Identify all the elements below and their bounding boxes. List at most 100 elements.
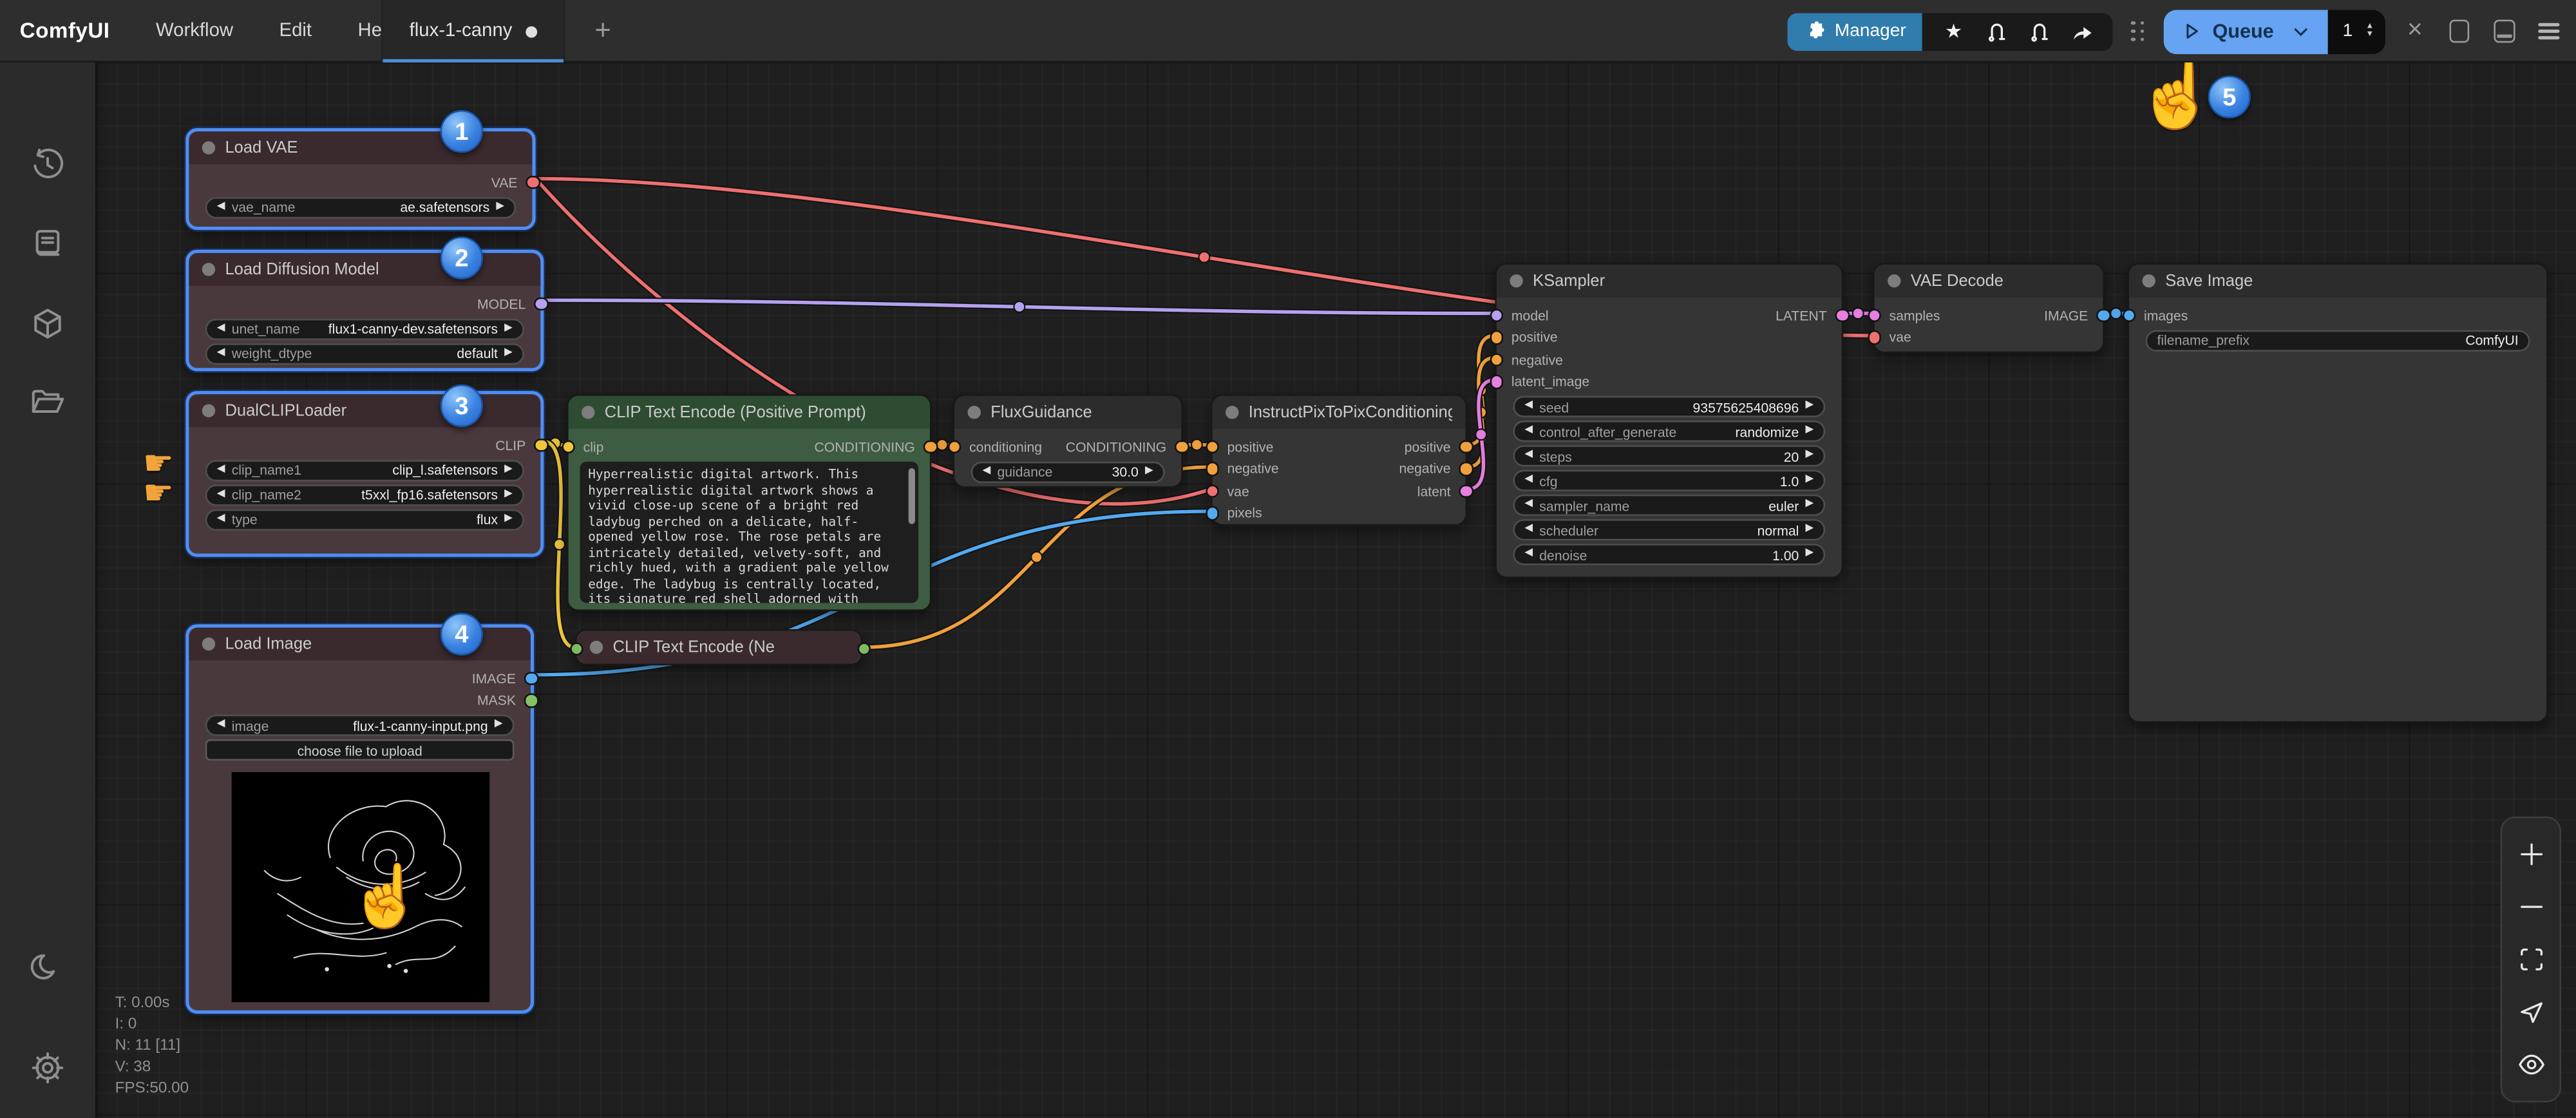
widget-scheduler[interactable]: ◀schedulernormal▶ — [1513, 519, 1825, 540]
main-menu-hamburger-icon[interactable] — [2533, 17, 2563, 46]
node-title-bar[interactable]: InstructPixToPixConditioning — [1213, 396, 1466, 429]
combo-left-arrow-icon[interactable]: ◀ — [217, 323, 225, 334]
widget-guidance[interactable]: ◀guidance30.0▶ — [971, 461, 1165, 482]
select-mode-button[interactable] — [2514, 996, 2547, 1028]
combo-left-arrow-icon[interactable]: ◀ — [1524, 475, 1533, 486]
combo-right-arrow-icon[interactable]: ▶ — [504, 323, 513, 334]
node-title-bar[interactable]: Save Image — [2129, 265, 2546, 298]
output-port-MASK[interactable] — [524, 694, 538, 708]
widget-cfg[interactable]: ◀cfg1.0▶ — [1513, 470, 1825, 491]
combo-right-arrow-icon[interactable]: ▶ — [1806, 500, 1814, 511]
queue-options-chevron-icon[interactable] — [2292, 22, 2310, 40]
combo-right-arrow-icon[interactable]: ▶ — [1806, 549, 1814, 560]
combo-left-arrow-icon[interactable]: ◀ — [217, 720, 225, 731]
node-clipneg[interactable]: CLIP Text Encode (Ne — [575, 629, 862, 665]
input-port-vae[interactable] — [1205, 484, 1219, 498]
workflow-tab[interactable]: flux-1-canny — [381, 0, 565, 62]
combo-right-arrow-icon[interactable]: ▶ — [504, 489, 513, 500]
prompt-textarea[interactable]: Hyperrealistic digital artwork. This hyp… — [580, 462, 919, 603]
output-port-CONDITIONING[interactable] — [923, 439, 938, 453]
combo-right-arrow-icon[interactable]: ▶ — [496, 202, 504, 213]
input-port-negative[interactable] — [1489, 352, 1503, 366]
combo-left-arrow-icon[interactable]: ◀ — [217, 202, 225, 213]
widget-seed[interactable]: ◀seed93575625408696▶ — [1513, 396, 1825, 417]
output-port-positive[interactable] — [1459, 439, 1473, 453]
widget-steps[interactable]: ◀steps20▶ — [1513, 445, 1825, 466]
input-port-model[interactable] — [1489, 308, 1503, 322]
node-title-bar[interactable]: CLIP Text Encode (Positive Prompt) — [569, 396, 930, 429]
widget-weight_dtype[interactable]: ◀weight_dtypedefault▶ — [205, 343, 524, 364]
combo-left-arrow-icon[interactable]: ◀ — [982, 466, 990, 477]
input-port-vae[interactable] — [1867, 330, 1881, 345]
output-port-MODEL[interactable] — [534, 296, 548, 310]
settings-gear-icon[interactable] — [30, 1050, 66, 1086]
node-title-bar[interactable]: Load Diffusion Model — [189, 253, 540, 286]
star-icon[interactable]: ★ — [1936, 15, 1972, 48]
node-ip2p[interactable]: InstructPixToPixConditioningpositiveposi… — [1211, 394, 1467, 526]
node-saveimage[interactable]: Save Imageimagesfilename_prefixComfyUI — [2128, 263, 2548, 723]
combo-right-arrow-icon[interactable]: ▶ — [1145, 466, 1153, 477]
input-port-images[interactable] — [2122, 308, 2136, 322]
magnet-icon[interactable] — [1978, 15, 2014, 48]
node-loaddiff[interactable]: Load Diffusion ModelMODEL◀unet_nameflux1… — [185, 250, 544, 372]
upload-button[interactable]: choose file to upload — [205, 739, 515, 761]
node-clippos[interactable]: CLIP Text Encode (Positive Prompt)clipCO… — [567, 394, 931, 611]
fit-view-button[interactable] — [2514, 943, 2547, 976]
widget-clip_name2[interactable]: ◀clip_name2t5xxl_fp16.safetensors▶ — [205, 484, 524, 505]
widget-clip_name1[interactable]: ◀clip_name1clip_l.safetensors▶ — [205, 459, 524, 480]
input-port-clip[interactable] — [561, 439, 575, 453]
combo-right-arrow-icon[interactable]: ▶ — [1806, 451, 1814, 462]
output-port-VAE[interactable] — [526, 175, 540, 189]
interrupt-button[interactable]: × — [2400, 17, 2430, 46]
input-port-positive[interactable] — [1489, 330, 1503, 345]
node-dualclip[interactable]: DualCLIPLoaderCLIP◀clip_name1clip_l.safe… — [185, 391, 544, 557]
output-port-CONDITIONING[interactable] — [1175, 439, 1189, 453]
widget-denoise[interactable]: ◀denoise1.00▶ — [1513, 544, 1825, 565]
combo-right-arrow-icon[interactable]: ▶ — [1806, 475, 1814, 486]
theme-toggle-moon-icon[interactable] — [30, 949, 66, 985]
input-port-samples[interactable] — [1867, 308, 1881, 322]
combo-left-arrow-icon[interactable]: ◀ — [217, 464, 225, 475]
combo-left-arrow-icon[interactable]: ◀ — [1524, 426, 1533, 437]
zoom-out-button[interactable] — [2514, 891, 2547, 924]
combo-right-arrow-icon[interactable]: ▶ — [1806, 401, 1814, 412]
combo-right-arrow-icon[interactable]: ▶ — [504, 514, 513, 525]
output-port-negative[interactable] — [1459, 462, 1473, 476]
output-port-CLIP[interactable] — [534, 438, 548, 452]
new-workflow-button[interactable]: + — [585, 13, 621, 49]
combo-right-arrow-icon[interactable]: ▶ — [1806, 524, 1814, 535]
toggle-link-visibility-button[interactable] — [2514, 1048, 2547, 1081]
combo-left-arrow-icon[interactable]: ◀ — [1524, 524, 1533, 535]
manager-button[interactable]: Manager — [1787, 12, 1922, 50]
node-vaedecode[interactable]: VAE DecodesamplesIMAGEvae — [1873, 263, 2105, 353]
combo-right-arrow-icon[interactable]: ▶ — [495, 720, 503, 731]
queue-button[interactable]: Queue — [2163, 9, 2328, 53]
widget-image[interactable]: ◀imageflux-1-canny-input.png▶ — [205, 715, 515, 736]
node-fluxguidance[interactable]: FluxGuidanceconditioningCONDITIONING◀gui… — [953, 394, 1183, 488]
queue-panel-button[interactable] — [2445, 17, 2474, 46]
node-title-bar[interactable]: VAE Decode — [1875, 265, 2103, 298]
combo-left-arrow-icon[interactable]: ◀ — [217, 348, 225, 359]
bottom-panel-button[interactable] — [2489, 17, 2519, 46]
node-title-bar[interactable]: CLIP Text Encode (Ne — [576, 631, 860, 664]
node-title-bar[interactable]: FluxGuidance — [954, 396, 1181, 429]
widget-control_after_generate[interactable]: ◀control_after_generaterandomize▶ — [1513, 421, 1825, 442]
output-port-IMAGE[interactable] — [2096, 308, 2110, 322]
input-port-conditioning[interactable] — [947, 439, 961, 453]
magnet-icon-2[interactable] — [2021, 15, 2057, 48]
batch-count-arrows[interactable]: ▲ ▼ — [2366, 23, 2374, 40]
zoom-in-button[interactable] — [2514, 838, 2547, 871]
output-port-IMAGE[interactable] — [524, 671, 538, 685]
combo-right-arrow-icon[interactable]: ▶ — [504, 348, 513, 359]
output-port-LATENT[interactable] — [1835, 308, 1849, 322]
combo-left-arrow-icon[interactable]: ◀ — [217, 489, 225, 500]
share-icon[interactable] — [2064, 15, 2100, 48]
node-library-icon[interactable] — [30, 227, 66, 263]
input-port-positive[interactable] — [1205, 439, 1219, 453]
combo-right-arrow-icon[interactable]: ▶ — [1806, 426, 1814, 437]
toolbar-drag-handle[interactable] — [2131, 21, 2145, 42]
menu-edit[interactable]: Edit — [279, 21, 312, 41]
input-port-pixels[interactable] — [1205, 506, 1219, 520]
node-title-bar[interactable]: KSampler — [1497, 265, 1842, 298]
workflow-history-icon[interactable] — [30, 146, 66, 182]
